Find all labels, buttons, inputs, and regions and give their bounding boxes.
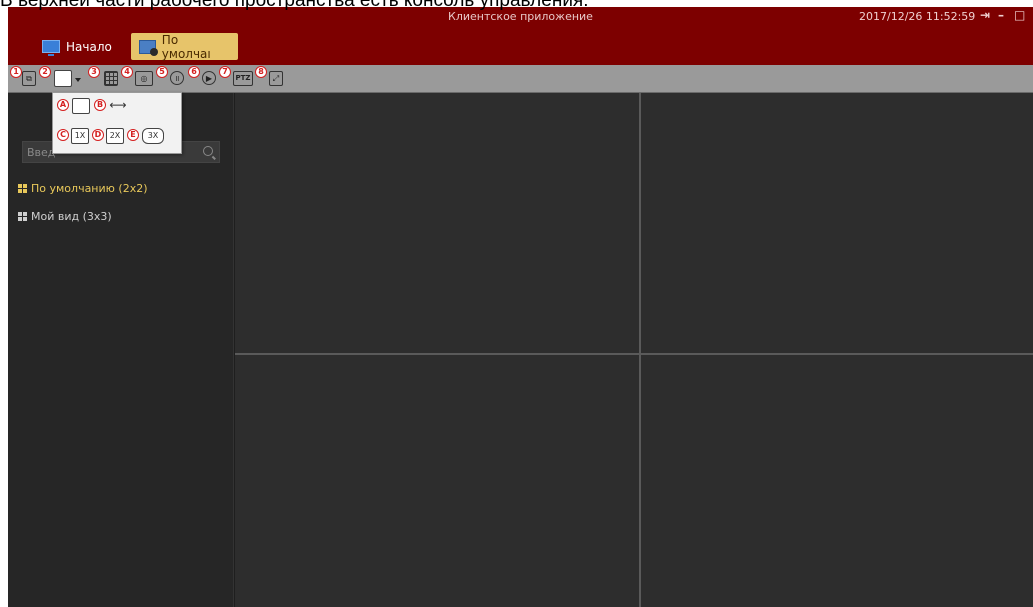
view-item-my-view[interactable]: Мой вид (3x3)	[18, 210, 112, 223]
clock-datetime: 2017/12/26 11:52:59	[859, 10, 976, 23]
monitor-icon	[42, 40, 60, 56]
marker-1: 1	[10, 66, 22, 78]
marker-d: D	[92, 129, 104, 141]
marker-2: 2	[39, 66, 51, 78]
fullscreen-icon[interactable]: ⤢	[269, 71, 283, 86]
camera-grid-icon	[139, 39, 158, 56]
tab-default-view[interactable]: По умолчаı	[131, 32, 238, 61]
video-cell-4[interactable]	[641, 355, 1033, 607]
title-bar: Клиентское приложение 2017/12/26 11:52:5…	[8, 7, 1033, 65]
tab-default-label: По умолчаı	[161, 32, 211, 61]
video-cell-1[interactable]	[235, 93, 639, 353]
video-grid	[235, 93, 1033, 607]
marker-b: B	[94, 99, 106, 111]
grid-layout-icon[interactable]	[104, 71, 118, 86]
marker-5: 5	[156, 66, 168, 78]
view-item-default[interactable]: По умолчанию (2x2)	[18, 182, 148, 195]
camera-snapshot-icon[interactable]: ◎	[135, 71, 153, 86]
video-cell-2[interactable]	[641, 93, 1033, 353]
zoom-1x-button[interactable]: 1X	[71, 128, 89, 144]
screenshot-root: В верхней части рабочего пространства ес…	[0, 0, 1033, 607]
vertical-divider	[639, 93, 641, 607]
ptz-control-button[interactable]: PTZ	[233, 71, 253, 86]
pause-icon[interactable]: ॥	[170, 71, 184, 85]
chevron-down-icon[interactable]	[75, 78, 81, 82]
single-window-button[interactable]	[72, 98, 90, 114]
tab-home-label: Начало	[66, 39, 112, 54]
grid-view-icon	[18, 184, 27, 193]
views-sidebar: По умолчанию (2x2) Мой вид (3x3)	[8, 93, 234, 607]
control-toolbar: 1 ⧉ 2 3 4 ◎ 5 ॥ 6 ▶ 7 PTZ 8 ⤢	[8, 65, 1033, 93]
marker-c: C	[57, 129, 69, 141]
play-icon[interactable]: ▶	[202, 71, 216, 85]
stretch-horizontal-icon[interactable]: ⟷	[109, 98, 127, 114]
marker-e: E	[127, 129, 139, 141]
marker-8: 8	[255, 66, 267, 78]
zoom-3x-button[interactable]: 3X	[142, 128, 164, 144]
tab-home[interactable]: Начало	[34, 33, 120, 60]
layout-switch-icon[interactable]: ⧉	[22, 71, 36, 86]
window-split-button[interactable]	[54, 70, 72, 87]
marker-a: A	[57, 99, 69, 111]
video-cell-3[interactable]	[235, 355, 639, 607]
view-item-label: По умолчанию (2x2)	[31, 182, 148, 195]
grid-view-icon	[18, 212, 27, 221]
marker-7: 7	[219, 66, 231, 78]
horizontal-divider	[235, 353, 1033, 355]
zoom-2x-button[interactable]: 2X	[106, 128, 124, 144]
client-app-window: Клиентское приложение 2017/12/26 11:52:5…	[8, 7, 1033, 607]
view-item-label: Мой вид (3x3)	[31, 210, 112, 223]
document-caption: В верхней части рабочего пространства ес…	[0, 0, 589, 11]
marker-3: 3	[88, 66, 100, 78]
marker-4: 4	[121, 66, 133, 78]
marker-6: 6	[188, 66, 200, 78]
split-options-popup: A B ⟷ C 1X D 2X E 3X	[52, 92, 182, 154]
search-icon[interactable]	[203, 146, 213, 156]
